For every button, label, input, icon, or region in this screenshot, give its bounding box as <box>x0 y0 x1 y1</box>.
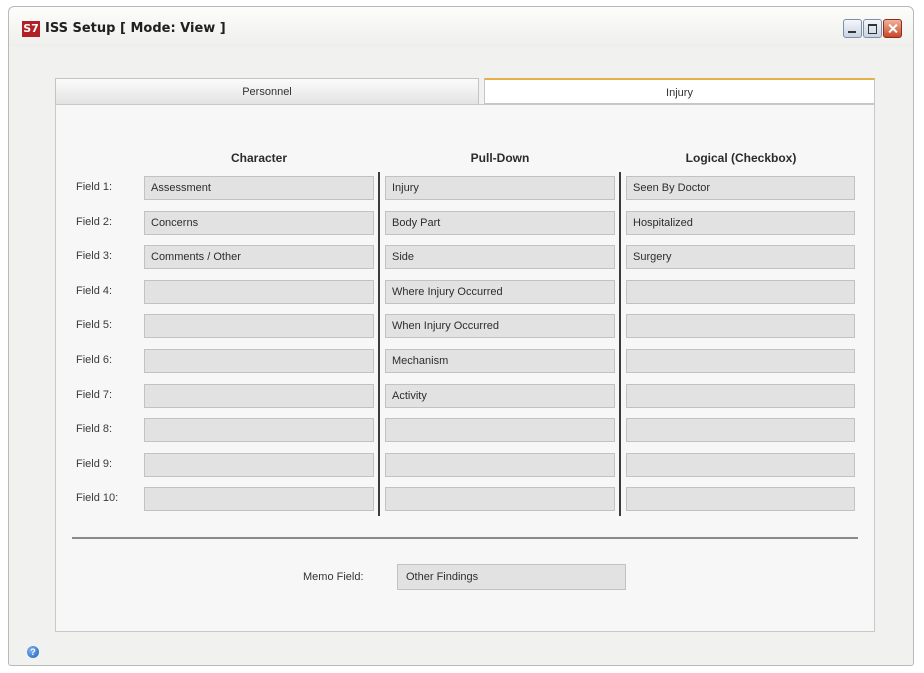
memo-field-label: Memo Field: <box>303 571 364 583</box>
logical-field-input[interactable] <box>626 349 855 373</box>
pulldown-field-input[interactable]: Body Part <box>385 211 615 235</box>
character-field-input[interactable] <box>144 384 374 408</box>
title-bar[interactable]: S7 ISS Setup [ Mode: View ] <box>9 7 913 47</box>
character-field-input[interactable] <box>144 280 374 304</box>
character-field-input[interactable] <box>144 349 374 373</box>
pulldown-field-input[interactable] <box>385 453 615 477</box>
window-title: ISS Setup [ Mode: View ] <box>45 21 226 36</box>
logical-field-input[interactable]: Hospitalized <box>626 211 855 235</box>
minimize-button[interactable] <box>843 19 862 38</box>
logical-field-input[interactable] <box>626 418 855 442</box>
field-label: Field 10: <box>76 492 119 504</box>
logical-field-input[interactable]: Seen By Doctor <box>626 176 855 200</box>
pulldown-field-input[interactable]: Activity <box>385 384 615 408</box>
field-label: Field 8: <box>76 423 113 435</box>
pulldown-field-input[interactable]: Injury <box>385 176 615 200</box>
column-divider <box>378 172 380 516</box>
logical-field-input[interactable] <box>626 384 855 408</box>
maximize-button[interactable] <box>863 19 882 38</box>
field-label: Field 2: <box>76 216 113 228</box>
logical-field-input[interactable] <box>626 487 855 511</box>
column-header-character: Character <box>230 151 288 165</box>
close-button[interactable] <box>883 19 902 38</box>
field-label: Field 7: <box>76 389 113 401</box>
logical-field-input[interactable] <box>626 280 855 304</box>
app-logo-icon: S7 <box>22 21 40 37</box>
character-field-input[interactable]: Concerns <box>144 211 374 235</box>
column-divider <box>619 172 621 516</box>
memo-field-input[interactable]: Other Findings <box>397 564 626 590</box>
character-field-input[interactable] <box>144 453 374 477</box>
column-header-logical: Logical (Checkbox) <box>685 151 797 165</box>
logical-field-input[interactable] <box>626 453 855 477</box>
section-divider <box>72 537 858 539</box>
character-field-input[interactable]: Assessment <box>144 176 374 200</box>
pulldown-field-input[interactable]: When Injury Occurred <box>385 314 615 338</box>
help-icon[interactable]: ? <box>27 646 39 658</box>
field-label: Field 9: <box>76 458 113 470</box>
character-field-input[interactable] <box>144 418 374 442</box>
tab-personnel[interactable]: Personnel <box>55 78 479 104</box>
column-header-pulldown: Pull-Down <box>470 151 530 165</box>
field-label: Field 4: <box>76 285 113 297</box>
tab-injury[interactable]: Injury <box>484 78 875 104</box>
character-field-input[interactable]: Comments / Other <box>144 245 374 269</box>
field-label: Field 6: <box>76 354 113 366</box>
pulldown-field-input[interactable] <box>385 418 615 442</box>
logical-field-input[interactable]: Surgery <box>626 245 855 269</box>
pulldown-field-input[interactable]: Mechanism <box>385 349 615 373</box>
logical-field-input[interactable] <box>626 314 855 338</box>
field-label: Field 5: <box>76 319 113 331</box>
pulldown-field-input[interactable] <box>385 487 615 511</box>
field-label: Field 3: <box>76 250 113 262</box>
character-field-input[interactable] <box>144 314 374 338</box>
character-field-input[interactable] <box>144 487 374 511</box>
field-label: Field 1: <box>76 181 113 193</box>
pulldown-field-input[interactable]: Side <box>385 245 615 269</box>
pulldown-field-input[interactable]: Where Injury Occurred <box>385 280 615 304</box>
